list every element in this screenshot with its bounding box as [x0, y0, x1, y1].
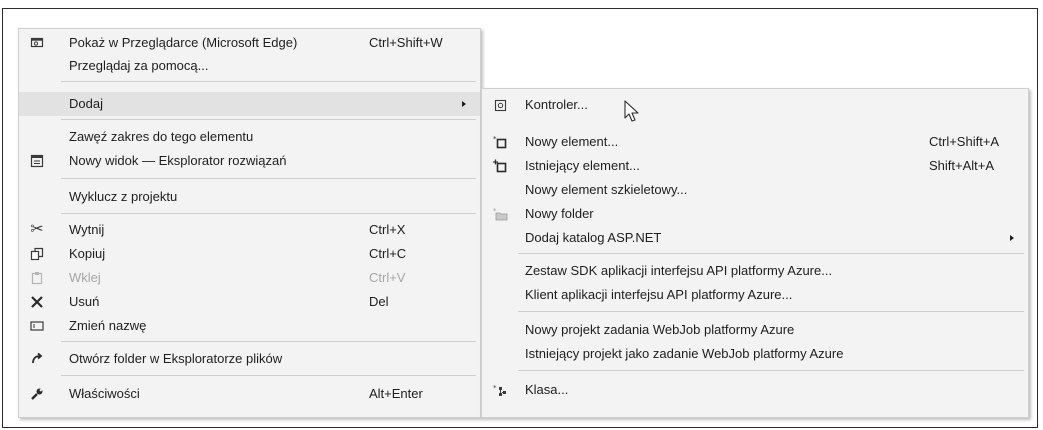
menu-separator — [61, 213, 476, 214]
controller-icon — [492, 97, 508, 113]
existing-item-icon — [492, 158, 508, 174]
copy-icon — [29, 246, 45, 262]
menu-item-exclude-from-project[interactable]: Wyklucz z projektu — [19, 185, 480, 209]
submenu-item-add-aspnet-folder[interactable]: Dodaj katalog ASP.NET — [482, 226, 1028, 250]
menu-separator — [61, 119, 476, 120]
paste-icon — [29, 270, 45, 286]
svg-text:*: * — [493, 208, 497, 215]
menu-item-copy[interactable]: Kopiuj Ctrl+C — [19, 242, 480, 266]
menu-separator — [61, 375, 476, 376]
add-submenu: Kontroler... * Nowy element... Ctrl+Shif… — [481, 88, 1029, 418]
submenu-item-controller[interactable]: Kontroler... — [482, 93, 1028, 117]
menu-item-delete[interactable]: Usuń Del — [19, 290, 480, 314]
submenu-item-new-scaffolded-item[interactable]: Nowy element szkieletowy... — [482, 178, 1028, 202]
scissors-icon: ✂ — [30, 221, 44, 238]
menu-item-browse-with[interactable]: Przeglądaj za pomocą... — [19, 54, 480, 78]
menu-item-properties[interactable]: Właściwości Alt+Enter — [19, 382, 480, 406]
menu-item-paste[interactable]: Wklej Ctrl+V — [19, 266, 480, 290]
menu-separator — [518, 253, 1024, 254]
menu-separator — [518, 370, 1024, 371]
menu-separator — [61, 178, 476, 179]
submenu-item-existing-item[interactable]: Istniejący element... Shift+Alt+A — [482, 154, 1028, 178]
submenu-item-azure-api-client[interactable]: Klient aplikacji interfejsu API platform… — [482, 283, 1028, 307]
delete-x-icon — [29, 294, 45, 310]
submenu-item-class[interactable]: * Klasa... — [482, 378, 1028, 402]
new-item-icon: * — [492, 134, 508, 150]
new-view-icon — [29, 153, 45, 169]
menu-item-new-solution-explorer-view[interactable]: Nowy widok — Eksplorator rozwiązań — [19, 149, 480, 173]
menu-item-cut[interactable]: ✂ Wytnij Ctrl+X — [19, 218, 480, 242]
mouse-cursor-icon — [624, 100, 640, 127]
submenu-arrow-icon — [1010, 235, 1014, 241]
submenu-item-existing-project-as-webjob[interactable]: Istniejący projekt jako zadanie WebJob p… — [482, 342, 1028, 366]
open-folder-arrow-icon — [29, 351, 45, 367]
svg-text:*: * — [493, 135, 497, 143]
submenu-item-new-folder[interactable]: * Nowy folder — [482, 202, 1028, 226]
browser-preview-icon — [29, 35, 45, 51]
submenu-item-azure-api-sdk[interactable]: Zestaw SDK aplikacji interfejsu API plat… — [482, 259, 1028, 283]
menu-separator — [61, 81, 476, 82]
menu-item-add[interactable]: Dodaj — [19, 92, 480, 116]
submenu-arrow-icon — [462, 101, 466, 107]
submenu-item-new-item[interactable]: * Nowy element... Ctrl+Shift+A — [482, 130, 1028, 154]
menu-item-open-folder-in-explorer[interactable]: Otwórz folder w Eksploratorze plików — [19, 347, 480, 371]
wrench-icon — [29, 386, 45, 402]
menu-separator — [518, 311, 1024, 312]
menu-separator — [61, 341, 476, 342]
class-icon: * — [492, 382, 508, 398]
rename-icon — [29, 318, 45, 334]
submenu-item-new-azure-webjob-project[interactable]: Nowy projekt zadania WebJob platformy Az… — [482, 318, 1028, 342]
menu-item-scope-to-this[interactable]: Zawęź zakres do tego elementu — [19, 125, 480, 149]
context-menu: Pokaż w Przeglądarce (Microsoft Edge) Ct… — [18, 28, 481, 418]
menu-item-view-in-browser[interactable]: Pokaż w Przeglądarce (Microsoft Edge) Ct… — [19, 31, 480, 55]
new-folder-icon: * — [492, 206, 508, 222]
menu-item-rename[interactable]: Zmień nazwę — [19, 314, 480, 338]
svg-text:*: * — [493, 384, 497, 392]
